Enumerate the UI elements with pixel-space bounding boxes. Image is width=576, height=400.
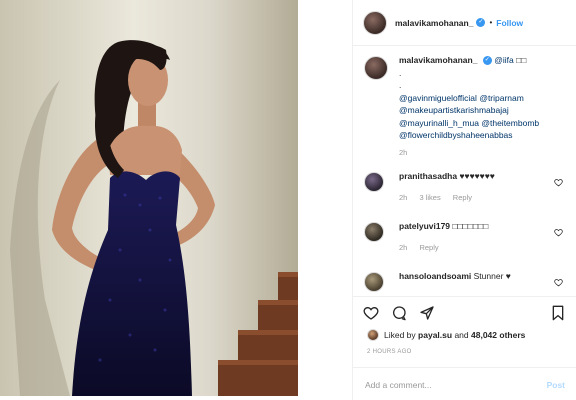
commenter-avatar[interactable]	[364, 222, 384, 242]
like-comment-heart-icon[interactable]	[554, 178, 563, 187]
comment-text: pranithasadha ♥♥♥♥♥♥♥	[399, 170, 549, 183]
comment-body: ♥♥♥♥♥♥♥	[459, 171, 495, 181]
action-icons	[363, 305, 435, 321]
liked-and: and	[454, 330, 469, 340]
post-comment-button[interactable]: Post	[547, 380, 565, 390]
caption-avatar[interactable]	[364, 56, 388, 80]
comment-body: □□□□□□□	[452, 221, 489, 231]
mention-link[interactable]: @theitembomb	[481, 118, 539, 128]
like-comment-heart-icon[interactable]	[554, 278, 563, 287]
commenter-avatar[interactable]	[364, 172, 384, 192]
likes-count[interactable]: 48,042 others	[471, 330, 525, 340]
caption-time: 2h	[399, 148, 549, 157]
author-avatar[interactable]	[363, 10, 387, 35]
liker-avatar[interactable]	[367, 329, 379, 341]
commenter-avatar[interactable]	[364, 272, 384, 292]
comment-text: hansoloandsoami Stunner ♥	[399, 270, 549, 283]
liked-prefix: Liked by	[384, 330, 416, 340]
mention-link[interactable]: @flowerchildbyshaheenabbas	[399, 130, 513, 140]
caption-dot: .	[399, 80, 402, 90]
comment-likes[interactable]: 3 likes	[419, 193, 440, 202]
comment-time[interactable]: 2h	[399, 243, 407, 252]
separator: •	[489, 18, 493, 27]
comment-item: hansoloandsoami Stunner ♥	[353, 270, 576, 298]
liker-username[interactable]: payal.su	[418, 330, 452, 340]
reply-button[interactable]: Reply	[453, 193, 472, 202]
caption-username[interactable]: malavikamohanan_	[399, 55, 477, 65]
follow-button[interactable]: Follow	[496, 18, 523, 28]
comment-username[interactable]: hansoloandsoami	[399, 271, 471, 281]
save-bookmark-icon[interactable]	[551, 305, 565, 321]
comment-bubble-icon[interactable]	[391, 305, 407, 321]
photo-illustration	[0, 0, 298, 396]
like-comment-heart-icon[interactable]	[554, 228, 563, 237]
comment-item: patelyuvi179 □□□□□□□ 2h Reply	[353, 220, 576, 270]
comment-username[interactable]: pranithasadha	[399, 171, 457, 181]
caption-emoji: □□	[516, 55, 527, 65]
mention-link[interactable]: @mayurinalli_h_mua	[399, 118, 479, 128]
comment-item: pranithasadha ♥♥♥♥♥♥♥ 2h 3 likes Reply	[353, 170, 576, 220]
caption-text: malavikamohanan_ ✓ @iifa □□ . . @gavinmi…	[399, 54, 549, 142]
verified-badge-icon: ✓	[482, 56, 492, 66]
mention-link[interactable]: @makeupartistkarishmabajaj	[399, 105, 509, 115]
actions-section: Liked by payal.su and 48,042 others 2 HO…	[353, 296, 576, 400]
share-icon[interactable]	[419, 305, 435, 321]
author-username[interactable]: malavikamohanan_	[395, 18, 473, 28]
caption-dot: .	[399, 67, 402, 78]
reply-button[interactable]: Reply	[419, 243, 438, 252]
add-comment-bar: Add a comment... Post	[353, 367, 576, 400]
mention-link[interactable]: @iifa	[494, 55, 514, 65]
comment-input[interactable]: Add a comment...	[365, 380, 432, 390]
like-heart-icon[interactable]	[363, 305, 379, 321]
comment-text: patelyuvi179 □□□□□□□	[399, 220, 549, 233]
mention-link[interactable]: @gavinmiguelofficial	[399, 93, 477, 103]
post-photo[interactable]	[0, 0, 298, 396]
comment-username[interactable]: patelyuvi179	[399, 221, 450, 231]
post-timestamp[interactable]: 2 HOURS AGO	[367, 349, 412, 355]
mention-link[interactable]: @triparnam	[479, 93, 524, 103]
verified-badge-icon: ✓	[476, 18, 486, 27]
comment-body: Stunner ♥	[473, 271, 511, 281]
caption: malavikamohanan_ ✓ @iifa □□ . . @gavinmi…	[353, 54, 576, 164]
liked-by: Liked by payal.su and 48,042 others	[367, 329, 525, 341]
post-header: malavikamohanan_ ✓ • Follow	[353, 0, 576, 46]
post-panel: malavikamohanan_ ✓ • Follow malavikamoha…	[352, 0, 576, 400]
comments-list[interactable]: malavikamohanan_ ✓ @iifa □□ . . @gavinmi…	[353, 54, 576, 298]
comment-time[interactable]: 2h	[399, 193, 407, 202]
comment-meta: 2h 3 likes Reply	[399, 193, 549, 202]
comment-meta: 2h Reply	[399, 243, 549, 252]
caption-timestamp[interactable]: 2h	[399, 148, 407, 157]
